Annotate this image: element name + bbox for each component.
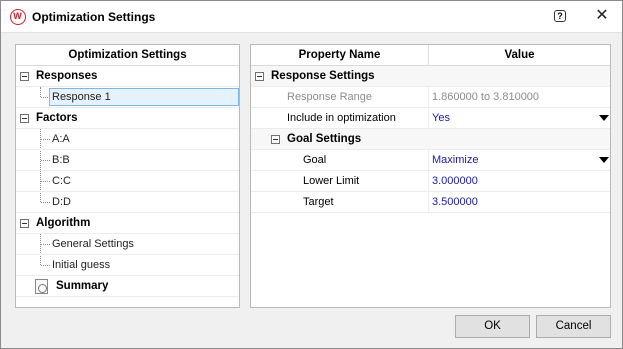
tree-node-label: Factors xyxy=(36,112,78,124)
tree-connector xyxy=(41,244,50,245)
property-name: Goal xyxy=(303,154,327,166)
property-name: Lower Limit xyxy=(303,175,360,187)
section-response-settings[interactable]: Response Settings xyxy=(251,66,610,87)
column-header-value: Value xyxy=(429,45,610,66)
tree-item-label: D:D xyxy=(52,196,71,208)
cell-divider xyxy=(428,171,429,192)
property-grid: Property Name Value Response Settings Re… xyxy=(250,44,611,308)
tree-connector xyxy=(41,139,50,140)
row-response-range: Response Range 1.860000 to 3.810000 xyxy=(251,87,610,108)
include-dropdown-value[interactable]: Yes xyxy=(432,108,450,128)
collapse-icon[interactable] xyxy=(20,72,29,81)
section-label: Goal Settings xyxy=(287,133,362,145)
tree-item-label: Response 1 xyxy=(52,91,111,103)
cell-divider xyxy=(428,87,429,108)
cell-divider xyxy=(428,150,429,171)
tree-node-label: Summary xyxy=(56,280,109,292)
tree-item-response-1[interactable]: Response 1 xyxy=(16,87,239,108)
tree-node-algorithm[interactable]: Algorithm xyxy=(16,213,239,234)
summary-report-icon xyxy=(35,279,48,294)
dropdown-arrow-icon[interactable] xyxy=(599,115,609,121)
tree-node-summary[interactable]: Summary xyxy=(16,276,239,297)
row-target[interactable]: Target 3.500000 xyxy=(251,192,610,213)
app-logo-icon: W xyxy=(10,9,26,25)
tree-header: Optimization Settings xyxy=(16,45,239,66)
app-logo-letter: W xyxy=(13,11,22,21)
column-header-property: Property Name xyxy=(251,45,428,66)
tree-item-factor-a[interactable]: A:A xyxy=(16,129,239,150)
tree-item-label: Initial guess xyxy=(52,259,111,271)
cancel-button[interactable]: Cancel xyxy=(536,315,611,338)
tree-item-label: General Settings xyxy=(52,238,134,250)
cell-divider xyxy=(428,108,429,129)
window-title: Optimization Settings xyxy=(32,10,156,24)
tree-item-factor-d[interactable]: D:D xyxy=(16,192,239,213)
collapse-icon[interactable] xyxy=(271,135,280,144)
tree-item-label: A:A xyxy=(52,133,70,145)
row-lower-limit[interactable]: Lower Limit 3.000000 xyxy=(251,171,610,192)
ok-button[interactable]: OK xyxy=(455,315,530,338)
tree-node-responses[interactable]: Responses xyxy=(16,66,239,87)
tree-item-label: C:C xyxy=(52,175,71,187)
tree-node-label: Algorithm xyxy=(36,217,91,229)
tree-connector xyxy=(41,181,50,182)
section-label: Response Settings xyxy=(271,70,375,82)
property-name: Target xyxy=(303,196,334,208)
row-include-in-optimization[interactable]: Include in optimization Yes xyxy=(251,108,610,129)
tree-item-general-settings[interactable]: General Settings xyxy=(16,234,239,255)
property-value: 1.860000 to 3.810000 xyxy=(432,91,540,103)
collapse-icon[interactable] xyxy=(255,72,264,81)
tree-connector xyxy=(41,160,50,161)
collapse-icon[interactable] xyxy=(20,219,29,228)
cell-divider xyxy=(428,192,429,213)
tree-item-label: B:B xyxy=(52,154,70,166)
settings-tree: Optimization Settings Responses Response… xyxy=(15,44,240,308)
target-field[interactable]: 3.500000 xyxy=(432,192,478,212)
title-bar: W Optimization Settings ? ✕ xyxy=(1,1,622,33)
tree-item-factor-b[interactable]: B:B xyxy=(16,150,239,171)
tree-connector xyxy=(41,202,50,203)
optimization-settings-dialog: W Optimization Settings ? ✕ Optimization… xyxy=(0,0,623,349)
collapse-icon[interactable] xyxy=(20,114,29,123)
tree-node-label: Responses xyxy=(36,70,98,82)
tree-connector xyxy=(41,265,50,266)
section-goal-settings[interactable]: Goal Settings xyxy=(251,129,610,150)
tree-item-factor-c[interactable]: C:C xyxy=(16,171,239,192)
property-name: Include in optimization xyxy=(287,112,396,124)
tree-item-initial-guess[interactable]: Initial guess xyxy=(16,255,239,276)
close-icon[interactable]: ✕ xyxy=(593,7,611,25)
row-goal[interactable]: Goal Maximize xyxy=(251,150,610,171)
goal-dropdown-value[interactable]: Maximize xyxy=(432,150,478,170)
property-name: Response Range xyxy=(287,91,373,103)
help-icon[interactable]: ? xyxy=(554,10,566,22)
tree-node-factors[interactable]: Factors xyxy=(16,108,239,129)
dropdown-arrow-icon[interactable] xyxy=(599,157,609,163)
lower-limit-field[interactable]: 3.000000 xyxy=(432,171,478,191)
